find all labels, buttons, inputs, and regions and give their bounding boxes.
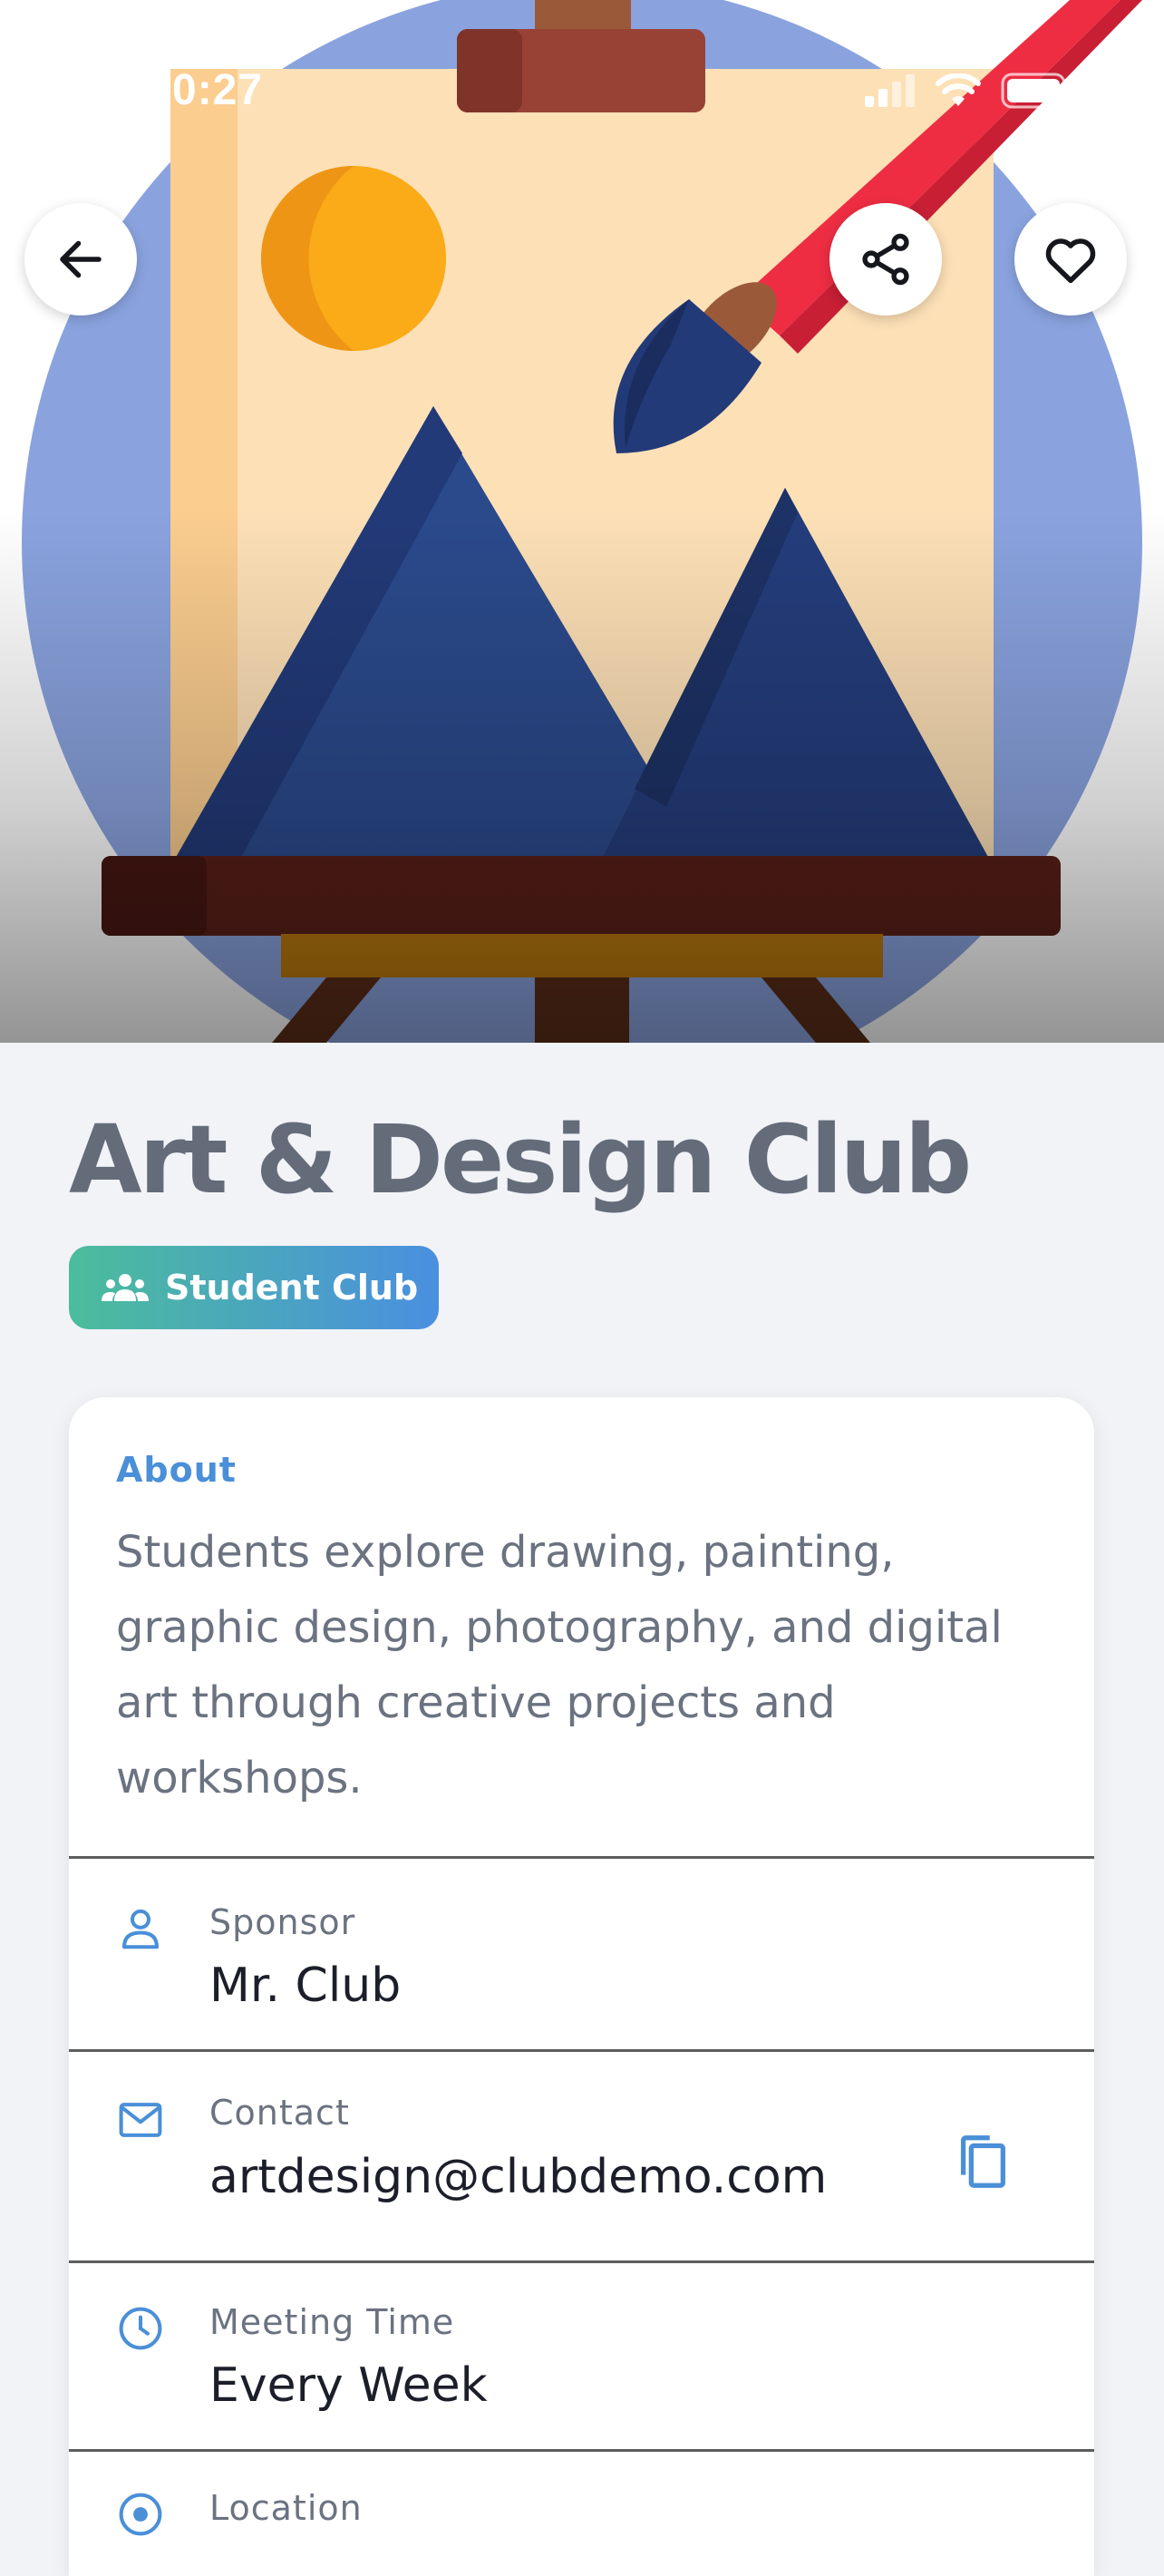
location-pin-icon [119, 2493, 162, 2536]
club-type-badge: Student Club [69, 1246, 439, 1329]
about-description: Students explore drawing, painting, grap… [116, 1527, 1003, 1803]
sponsor-label: Sponsor [209, 1902, 356, 1942]
cellular-signal-icon [865, 74, 915, 107]
meeting-time-row: Meeting Time Every Week [69, 2263, 1094, 2449]
hero-gradient-overlay [0, 508, 1164, 1043]
arrow-left-icon [60, 240, 102, 278]
meeting-time-label: Meeting Time [209, 2302, 455, 2342]
status-icons [865, 73, 1073, 109]
about-label: About [116, 1450, 237, 1490]
sponsor-value: Mr. Club [209, 1959, 402, 2013]
club-details-card: About Students explore drawing, painting… [69, 1397, 1094, 2576]
contact-row: Contact artdesign@clubdemo.com [69, 2052, 1094, 2260]
person-icon [121, 1909, 160, 1949]
sponsor-row: Sponsor Mr. Club [69, 1859, 1094, 2049]
favorite-button[interactable] [1014, 203, 1127, 316]
mail-icon [119, 2103, 162, 2137]
group-icon [102, 1274, 149, 1301]
clock-icon [119, 2307, 162, 2350]
heart-icon [1045, 238, 1096, 284]
status-bar: 0:27 [0, 0, 1164, 114]
contact-label: Contact [209, 2093, 350, 2133]
location-label: Location [209, 2488, 363, 2528]
back-button[interactable] [24, 203, 137, 316]
battery-icon [1001, 73, 1072, 109]
status-time: 0:27 [172, 66, 264, 114]
meeting-time-value: Every Week [209, 2358, 488, 2413]
club-title: Art & Design Club [69, 1104, 972, 1215]
contact-value[interactable]: artdesign@clubdemo.com [209, 2150, 827, 2204]
share-button[interactable] [829, 203, 942, 316]
share-icon [862, 233, 909, 286]
badge-label: Student Club [165, 1268, 419, 1307]
location-row: Location [69, 2452, 1094, 2576]
club-hero-image [0, 0, 1164, 1043]
wifi-icon [936, 73, 981, 106]
copy-icon[interactable] [950, 2130, 1014, 2193]
